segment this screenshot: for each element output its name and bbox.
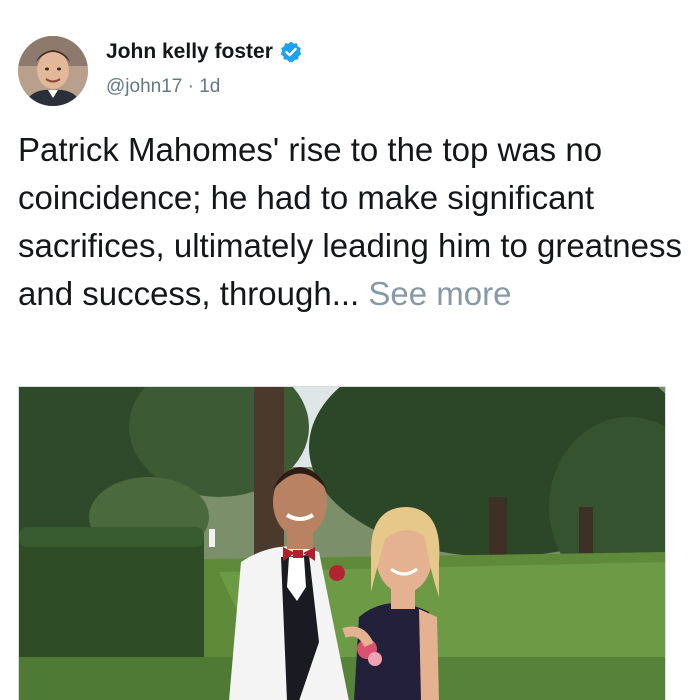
meta-separator: · xyxy=(182,76,200,97)
tweet-body: Patrick Mahomes' rise to the top was no … xyxy=(18,126,688,318)
author-avatar[interactable] xyxy=(18,36,88,106)
author-display-name[interactable]: John kelly foster xyxy=(106,40,273,64)
profile-photo-icon xyxy=(18,36,88,106)
tweet-media[interactable] xyxy=(18,386,666,700)
see-more-link[interactable]: See more xyxy=(368,275,511,312)
author-name-row: John kelly foster xyxy=(106,40,303,64)
tweet-header: John kelly foster @john17 · 1d xyxy=(18,36,682,112)
prom-photo-icon xyxy=(19,387,665,700)
author-handle[interactable]: @john17 xyxy=(106,76,182,98)
verified-badge-icon xyxy=(279,40,303,64)
tweet-text: Patrick Mahomes' rise to the top was no … xyxy=(18,131,682,312)
tweet-meta: @john17 · 1d xyxy=(106,76,220,98)
tweet-timestamp[interactable]: 1d xyxy=(199,76,220,98)
